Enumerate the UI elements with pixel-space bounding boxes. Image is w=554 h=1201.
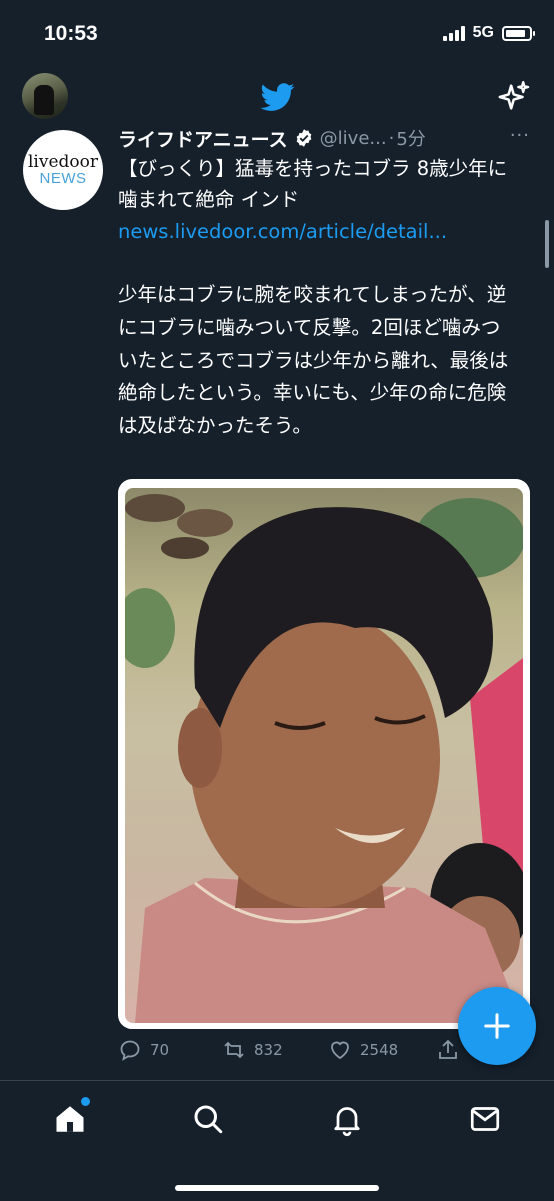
plus-icon bbox=[484, 1013, 510, 1039]
author-name[interactable]: ライフドアニュース bbox=[118, 125, 288, 152]
avatar-figure bbox=[34, 85, 54, 115]
tweet-media[interactable] bbox=[118, 479, 530, 1029]
nav-notifications[interactable] bbox=[329, 1101, 365, 1137]
nav-messages[interactable] bbox=[467, 1101, 503, 1137]
author-handle[interactable]: @live... bbox=[320, 128, 387, 149]
user-avatar[interactable] bbox=[22, 73, 68, 119]
status-bar: 10:53 5G bbox=[0, 0, 554, 70]
avatar-logo-line2: NEWS bbox=[39, 170, 87, 187]
status-time: 10:53 bbox=[44, 22, 98, 45]
photo-illustration bbox=[125, 494, 523, 1023]
signal-icon bbox=[442, 25, 465, 41]
bottom-nav bbox=[0, 1080, 554, 1201]
avatar-logo-line1: livedoor bbox=[27, 152, 99, 172]
battery-icon bbox=[502, 25, 535, 41]
reply-button[interactable]: 70 bbox=[118, 1038, 169, 1062]
like-count: 2548 bbox=[360, 1041, 399, 1059]
network-label: 5G bbox=[472, 24, 494, 41]
tweet-photo bbox=[125, 488, 523, 1023]
retweet-icon bbox=[224, 1041, 244, 1059]
nav-home[interactable] bbox=[52, 1097, 90, 1137]
messages-icon bbox=[470, 1107, 500, 1131]
reply-icon bbox=[120, 1040, 140, 1061]
sparkle-icon[interactable] bbox=[497, 80, 531, 114]
battery-fill bbox=[506, 29, 525, 37]
notifications-icon bbox=[334, 1107, 360, 1137]
twitter-bird-icon[interactable] bbox=[258, 80, 298, 114]
verified-badge-icon bbox=[296, 129, 312, 147]
retweet-count: 832 bbox=[254, 1041, 283, 1059]
tweet-link[interactable]: news.livedoor.com/article/detail... bbox=[118, 216, 447, 247]
home-icon bbox=[56, 1106, 84, 1132]
home-indicator[interactable] bbox=[175, 1185, 379, 1191]
share-button[interactable] bbox=[436, 1038, 460, 1062]
notification-dot bbox=[81, 1097, 90, 1106]
search-icon bbox=[194, 1105, 223, 1134]
like-button[interactable]: 2548 bbox=[328, 1038, 398, 1062]
separator-dot: · bbox=[388, 127, 395, 149]
compose-tweet-button[interactable] bbox=[458, 987, 536, 1065]
more-options-icon[interactable]: ··· bbox=[510, 125, 530, 146]
reply-count: 70 bbox=[150, 1041, 170, 1059]
nav-search[interactable] bbox=[190, 1101, 226, 1137]
share-icon bbox=[439, 1039, 457, 1059]
tweet-header: ライフドアニュース @live... · 5分 ··· bbox=[118, 125, 538, 151]
tweet-headline: 【びっくり】猛毒を持ったコブラ 8歳少年に噛まれて絶命 インド bbox=[118, 157, 508, 211]
tweet-time[interactable]: 5分 bbox=[396, 125, 425, 151]
scrollbar[interactable] bbox=[545, 220, 549, 268]
author-avatar[interactable]: livedoor NEWS bbox=[23, 130, 103, 210]
heart-icon bbox=[331, 1041, 349, 1060]
tweet-body: 少年はコブラに腕を咬まれてしまったが、逆にコブラに噛みついて反撃。2回ほど噛みつ… bbox=[118, 283, 509, 438]
status-indicators: 5G bbox=[442, 24, 535, 42]
retweet-button[interactable]: 832 bbox=[222, 1038, 283, 1062]
